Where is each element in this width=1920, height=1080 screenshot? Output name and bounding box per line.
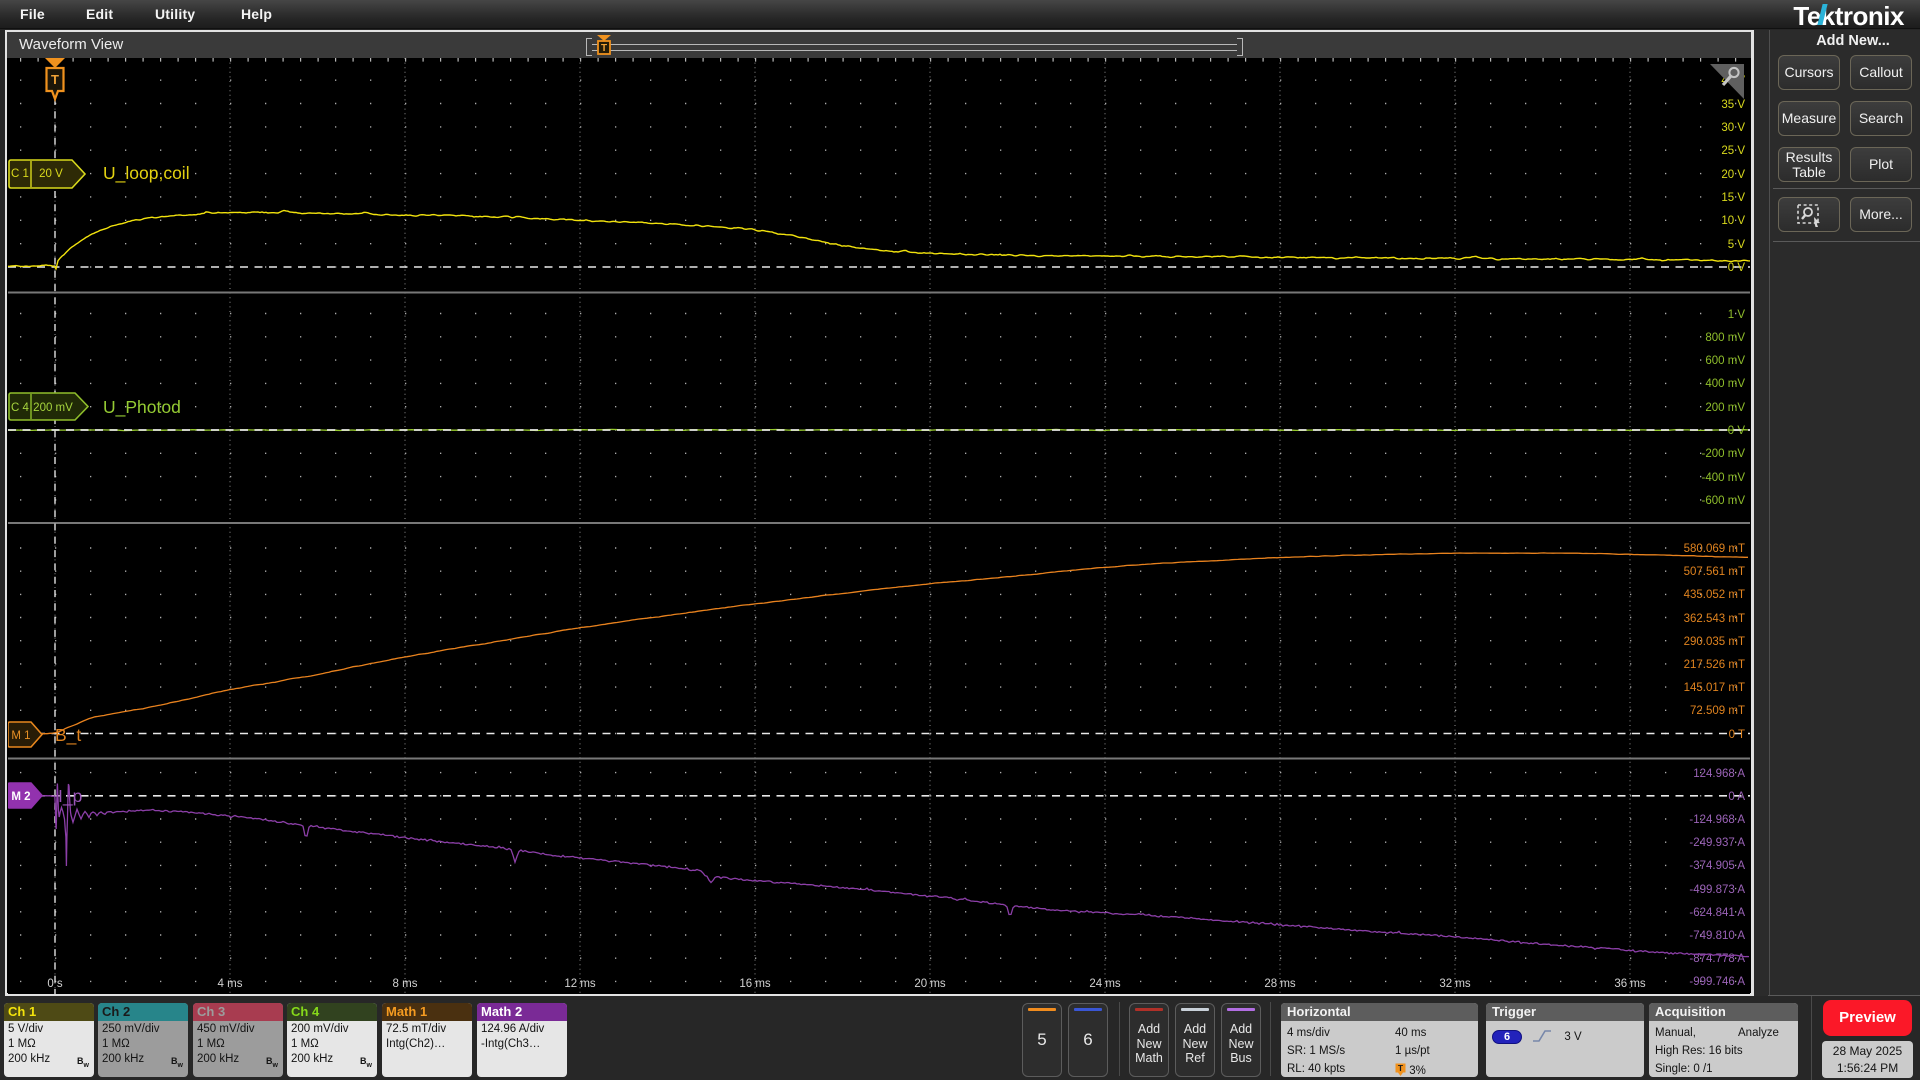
svg-text:12 ms: 12 ms [564,978,596,990]
svg-text:T: T [1398,1063,1404,1073]
svg-text:24 ms: 24 ms [1089,978,1121,990]
svg-text:U_Photod: U_Photod [103,397,181,418]
svg-text:-200 mV: -200 mV [1702,448,1746,460]
svg-text:4 ms: 4 ms [218,978,243,990]
svg-text:200 mV: 200 mV [1705,402,1745,414]
svg-text:200 mV: 200 mV [33,402,73,414]
svg-text:C 4: C 4 [11,402,30,414]
svg-text:20 V: 20 V [39,168,63,180]
svg-text:-600 mV: -600 mV [1702,495,1746,507]
svg-text:580.069 mT: 580.069 mT [1684,543,1745,555]
svg-text:0 T: 0 T [1729,729,1745,741]
svg-text:M 1: M 1 [11,730,30,742]
svg-text:145.017 mT: 145.017 mT [1684,682,1745,694]
svg-text:36 ms: 36 ms [1614,978,1646,990]
svg-text:72.509 mT: 72.509 mT [1690,705,1745,717]
svg-text:30 V: 30 V [1721,122,1745,134]
svg-text:B_t: B_t [55,725,81,746]
svg-text:-749.810 A: -749.810 A [1689,930,1745,942]
svg-text:217.526 mT: 217.526 mT [1684,659,1745,671]
svg-text:T: T [601,43,607,54]
svg-text:0 V: 0 V [1728,425,1746,437]
svg-text:I_p: I_p [58,786,82,807]
svg-text:C 1: C 1 [11,168,29,180]
svg-text:M 2: M 2 [11,791,30,803]
svg-text:-624.841 A: -624.841 A [1689,907,1745,919]
svg-text:-999.746 A: -999.746 A [1689,976,1745,988]
svg-text:362.543 mT: 362.543 mT [1684,613,1745,625]
svg-text:20 V: 20 V [1721,169,1745,181]
svg-text:-249.937 A: -249.937 A [1689,837,1745,849]
svg-text:507.561 mT: 507.561 mT [1684,566,1745,578]
svg-text:-400 mV: -400 mV [1702,472,1746,484]
svg-text:435.052 mT: 435.052 mT [1684,589,1745,601]
svg-text:0 V: 0 V [1728,262,1746,274]
svg-text:400 mV: 400 mV [1705,378,1745,390]
svg-text:800 mV: 800 mV [1705,332,1745,344]
svg-text:10 V: 10 V [1721,215,1745,227]
svg-text:0 s: 0 s [47,978,63,990]
svg-text:U_loop,coil: U_loop,coil [103,163,190,184]
svg-text:15 V: 15 V [1721,192,1745,204]
svg-text:32 ms: 32 ms [1439,978,1471,990]
svg-text:T: T [51,72,59,87]
svg-text:-499.873 A: -499.873 A [1689,884,1745,896]
svg-text:0 A: 0 A [1728,791,1745,803]
svg-text:600 mV: 600 mV [1705,355,1745,367]
svg-text:8 ms: 8 ms [393,978,418,990]
svg-text:16 ms: 16 ms [739,978,771,990]
svg-text:25 V: 25 V [1721,145,1745,157]
svg-text:28 ms: 28 ms [1264,978,1296,990]
svg-text:35 V: 35 V [1721,99,1745,111]
svg-text:124.968 A: 124.968 A [1693,768,1745,780]
svg-text:-124.968 A: -124.968 A [1689,814,1745,826]
svg-text:5 V: 5 V [1728,239,1746,251]
svg-text:290.035 mT: 290.035 mT [1684,636,1745,648]
svg-text:20 ms: 20 ms [914,978,946,990]
svg-text:1 V: 1 V [1728,309,1746,321]
svg-text:-374.905 A: -374.905 A [1689,860,1745,872]
